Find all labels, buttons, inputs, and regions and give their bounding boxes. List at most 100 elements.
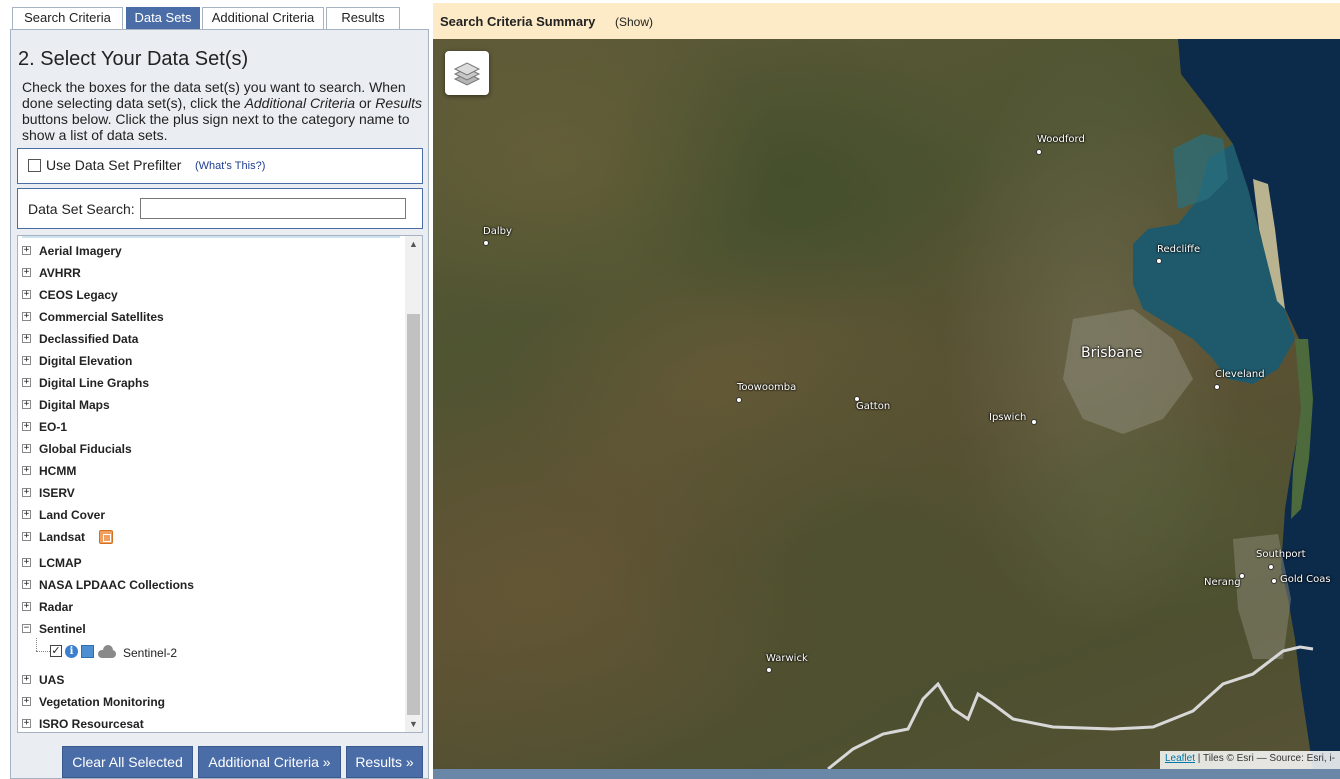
expand-plus-icon[interactable]: + (22, 719, 31, 728)
brisbane-urban-area (1063, 309, 1193, 434)
expand-plus-icon[interactable]: + (22, 466, 31, 475)
left-panel: Search Criteria Data Sets Additional Cri… (0, 0, 432, 779)
category-label[interactable]: Commercial Satellites (39, 310, 164, 324)
scroll-down-arrow-icon[interactable]: ▼ (405, 716, 422, 732)
expand-plus-icon[interactable]: + (22, 268, 31, 277)
layers-icon (453, 62, 481, 86)
tree-top-divider (22, 236, 400, 238)
city-label-redcliffe: Redcliffe (1157, 244, 1201, 255)
expand-plus-icon[interactable]: + (22, 488, 31, 497)
dataset-label[interactable]: Sentinel-2 (123, 646, 177, 660)
category-label[interactable]: Aerial Imagery (39, 244, 122, 258)
city-marker-cleveland (1214, 384, 1220, 390)
instructions-emphasis: Results (375, 95, 422, 111)
attribution-text: | Tiles © Esri — Source: Esri, i- (1195, 753, 1335, 764)
city-marker-woodford (1036, 149, 1042, 155)
category-label[interactable]: Digital Line Graphs (39, 376, 149, 390)
clear-all-selected-button[interactable]: Clear All Selected (62, 746, 193, 778)
city-label-brisbane: Brisbane (1081, 345, 1143, 361)
leaflet-link[interactable]: Leaflet (1165, 753, 1195, 764)
dataset-search-input[interactable] (140, 198, 406, 219)
category-label[interactable]: Digital Elevation (39, 354, 132, 368)
category-label[interactable]: Sentinel (39, 622, 86, 636)
city-marker-ipswich (1031, 419, 1037, 425)
expand-plus-icon[interactable]: + (22, 558, 31, 567)
expand-plus-icon[interactable]: + (22, 290, 31, 299)
expand-plus-icon[interactable]: + (22, 356, 31, 365)
city-marker-warwick (766, 667, 772, 673)
expand-plus-icon[interactable]: + (22, 675, 31, 684)
instructions-emphasis: Additional Criteria (244, 95, 356, 111)
category-label[interactable]: HCMM (39, 464, 76, 478)
tree-scrollbar[interactable]: ▲ ▼ (405, 236, 422, 732)
map-view[interactable]: Woodford Dalby Redcliffe Brisbane Toowoomba G… (433, 39, 1340, 769)
city-marker-redcliffe (1156, 258, 1162, 264)
expand-plus-icon[interactable]: + (22, 580, 31, 589)
tab-results[interactable]: Results (326, 7, 400, 29)
instructions-text: Check the boxes for the data set(s) you … (22, 79, 422, 143)
footer-strip (433, 769, 1340, 779)
category-label[interactable]: Radar (39, 600, 73, 614)
instructions-part: or (355, 95, 376, 111)
expand-plus-icon[interactable]: + (22, 510, 31, 519)
category-label[interactable]: Global Fiducials (39, 442, 132, 456)
city-label-ipswich: Ipswich (989, 412, 1027, 423)
city-label-toowoomba: Toowoomba (737, 382, 797, 393)
expand-plus-icon[interactable]: + (22, 378, 31, 387)
tab-data-sets[interactable]: Data Sets (126, 7, 200, 29)
expand-plus-icon[interactable]: + (22, 697, 31, 706)
expand-plus-icon[interactable]: + (22, 312, 31, 321)
prefilter-label[interactable]: Use Data Set Prefilter (46, 157, 181, 173)
collapse-minus-icon[interactable]: − (22, 624, 31, 633)
expand-plus-icon[interactable]: + (22, 532, 31, 541)
summary-title: Search Criteria Summary (440, 14, 596, 29)
expand-plus-icon[interactable]: + (22, 334, 31, 343)
map-attribution: Leaflet | Tiles © Esri — Source: Esri, i… (1159, 751, 1340, 769)
whats-this-link[interactable]: (What's This?) (195, 160, 265, 172)
category-label[interactable]: AVHRR (39, 266, 81, 280)
landsat-bookmark-icon[interactable] (99, 530, 113, 544)
city-marker-dalby (483, 240, 489, 246)
expand-plus-icon[interactable]: + (22, 400, 31, 409)
city-marker-gold-coas (1271, 578, 1277, 584)
summary-show-toggle[interactable]: (Show) (615, 15, 653, 29)
info-icon[interactable]: i (65, 645, 78, 658)
expand-plus-icon[interactable]: + (22, 422, 31, 431)
city-label-woodford: Woodford (1037, 134, 1085, 145)
city-label-cleveland: Cleveland (1215, 369, 1265, 380)
tab-search-criteria[interactable]: Search Criteria (12, 7, 123, 29)
category-label[interactable]: NASA LPDAAC Collections (39, 578, 194, 592)
city-label-nerang: Nerang (1204, 577, 1241, 588)
city-label-gatton: Gatton (856, 401, 891, 412)
category-label[interactable]: ISRO Resourcesat (39, 717, 144, 731)
additional-criteria-button[interactable]: Additional Criteria » (198, 746, 341, 778)
instructions-part: buttons below. Click the plus sign next … (22, 111, 410, 143)
dataset-search-label: Data Set Search: (28, 201, 135, 217)
sentinel-2-checkbox[interactable]: ✓ (50, 645, 62, 657)
category-label[interactable]: Digital Maps (39, 398, 110, 412)
category-label[interactable]: UAS (39, 673, 64, 687)
results-button[interactable]: Results » (346, 746, 423, 778)
cloud-icon[interactable] (96, 645, 118, 658)
category-label[interactable]: LCMAP (39, 556, 82, 570)
category-label[interactable]: Land Cover (39, 508, 105, 522)
expand-plus-icon[interactable]: + (22, 246, 31, 255)
category-label[interactable]: Declassified Data (39, 332, 138, 346)
category-label[interactable]: Vegetation Monitoring (39, 695, 165, 709)
category-label[interactable]: Landsat (39, 530, 85, 544)
tab-additional-criteria[interactable]: Additional Criteria (202, 7, 324, 29)
city-marker-toowoomba (736, 397, 742, 403)
layers-button[interactable] (445, 51, 489, 95)
footprint-icon[interactable] (81, 645, 94, 658)
category-label[interactable]: EO-1 (39, 420, 67, 434)
tree-connector (36, 638, 37, 651)
category-label[interactable]: ISERV (39, 486, 75, 500)
city-label-dalby: Dalby (483, 226, 512, 237)
scroll-up-arrow-icon[interactable]: ▲ (405, 236, 422, 252)
expand-plus-icon[interactable]: + (22, 444, 31, 453)
expand-plus-icon[interactable]: + (22, 602, 31, 611)
tree-dataset-sentinel-2[interactable]: ✓ i Sentinel-2 (18, 638, 398, 664)
category-label[interactable]: CEOS Legacy (39, 288, 118, 302)
scroll-thumb[interactable] (407, 314, 420, 715)
prefilter-checkbox[interactable] (28, 159, 41, 172)
